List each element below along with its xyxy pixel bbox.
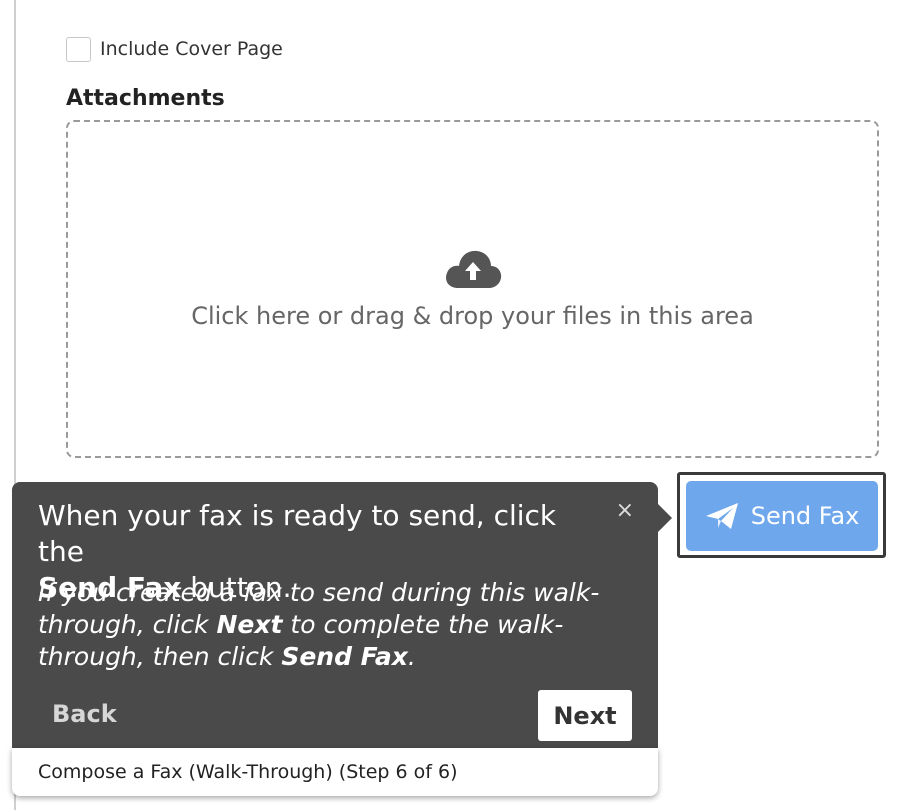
tooltip-italic-part: . [407,642,416,671]
tooltip-pointer [658,504,672,532]
dropzone-instructions: Click here or drag & drop your files in … [191,302,754,330]
include-cover-page-row[interactable]: Include Cover Page [66,35,283,63]
close-icon[interactable]: × [616,500,634,522]
tooltip-italic-text: If you created a fax to send during this… [38,577,608,673]
next-button[interactable]: Next [538,690,632,741]
paper-plane-icon [705,503,738,529]
include-cover-page-label[interactable]: Include Cover Page [100,38,283,60]
send-fax-label: Send Fax [750,502,860,530]
walkthrough-tooltip: × When your fax is ready to send, click … [12,482,672,796]
tooltip-body: × When your fax is ready to send, click … [12,482,658,748]
tooltip-text-part: When your fax is ready to send, click th… [38,499,557,568]
tooltip-italic-bold-send-fax: Send Fax [281,642,408,671]
attachments-dropzone[interactable]: Click here or drag & drop your files in … [66,120,879,458]
back-button[interactable]: Back [52,700,117,728]
include-cover-page-checkbox[interactable] [66,36,91,62]
attachments-heading: Attachments [66,86,225,111]
tooltip-italic-bold-next: Next [216,610,283,639]
cloud-upload-icon [445,250,501,288]
tooltip-step-footer: Compose a Fax (Walk-Through) (Step 6 of … [12,748,658,796]
send-fax-button[interactable]: Send Fax [686,481,878,551]
